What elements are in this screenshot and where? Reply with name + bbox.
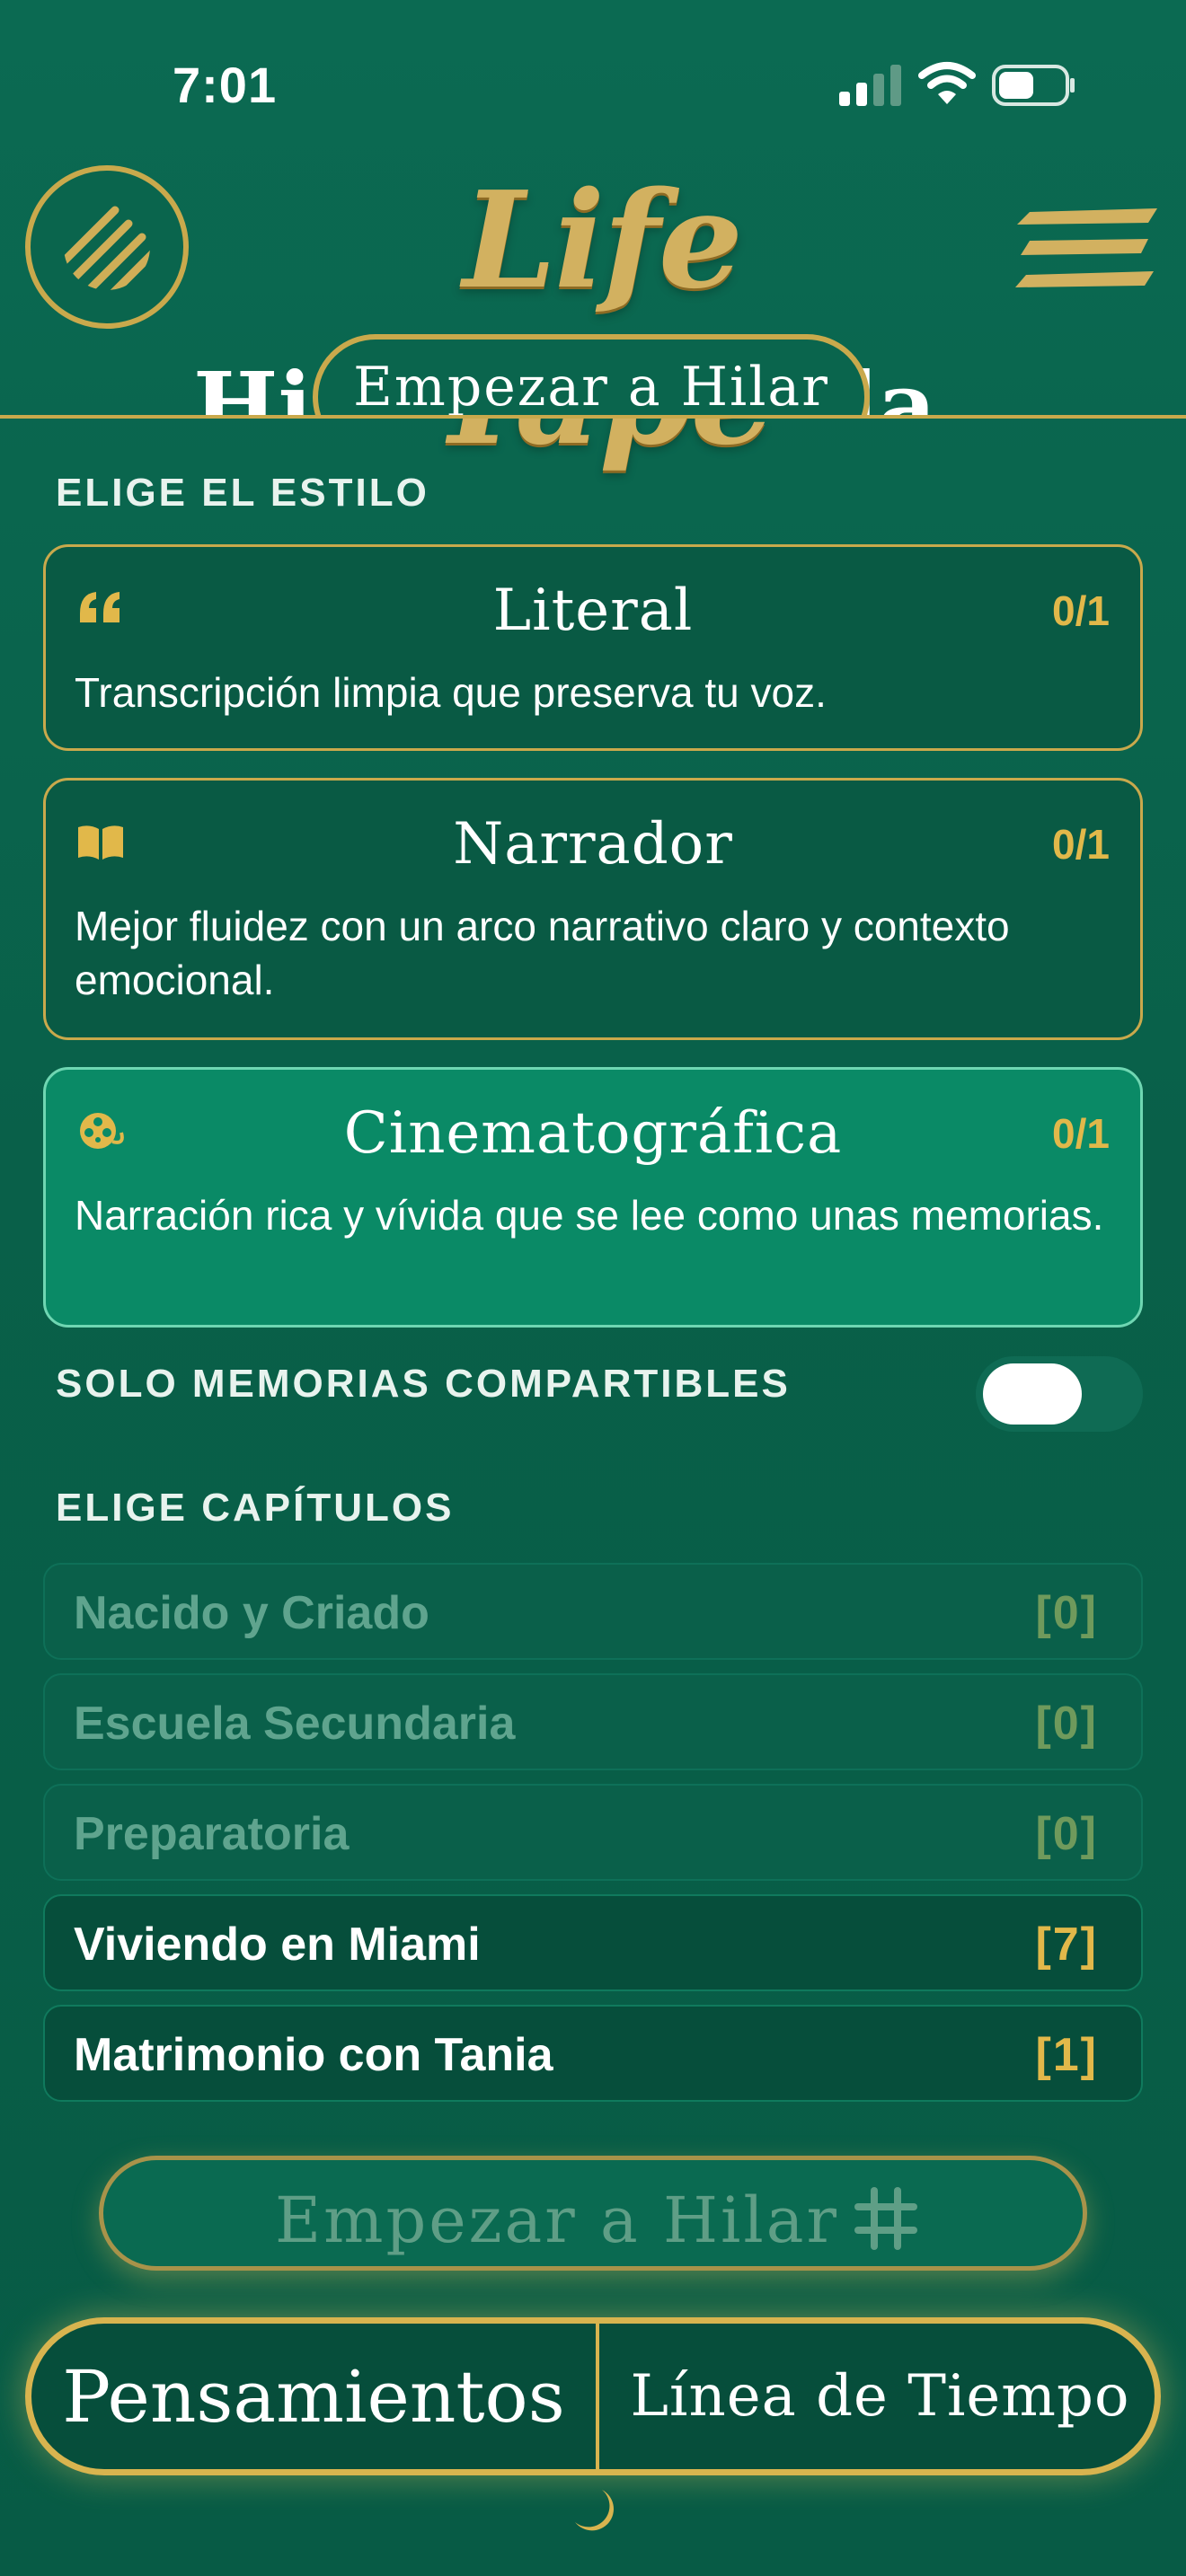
wifi-icon <box>918 62 976 104</box>
chapter-row[interactable]: Nacido y Criado [0] <box>43 1563 1143 1660</box>
style-description: Mejor fluidez con un arco narrativo clar… <box>75 903 1010 1003</box>
chapter-row[interactable]: Viviendo en Miami [7] <box>43 1894 1143 1991</box>
background-screen-peek: Hi da Empezar a Hilar <box>0 208 1186 415</box>
sheet-top-divider <box>0 415 1186 419</box>
moon-icon <box>575 2490 614 2531</box>
style-title: Cinematográfica <box>343 1100 843 1167</box>
chapter-name: Preparatoria <box>74 1808 350 1860</box>
chapter-count: [0] <box>1035 1808 1098 1860</box>
shareable-toggle-label: SOLO MEMORIAS COMPARTIBLES <box>56 1362 791 1406</box>
style-title: Literal <box>492 578 694 644</box>
style-description: Transcripción limpia que preserva tu voz… <box>75 669 827 716</box>
shareable-toggle[interactable] <box>976 1356 1143 1432</box>
tab-pensamientos[interactable]: Pensamientos <box>31 2324 596 2469</box>
cellular-signal-icon <box>839 65 901 106</box>
chapter-name: Escuela Secundaria <box>74 1698 516 1750</box>
status-bar: 7:01 <box>0 0 1186 171</box>
peek-start-label: Empezar a Hilar <box>353 356 829 415</box>
style-card-literal[interactable]: Literal 0/1 Transcripción limpia que pre… <box>43 544 1143 751</box>
chapter-name: Viviendo en Miami <box>74 1919 481 1971</box>
style-count: 0/1 <box>1052 821 1110 868</box>
peek-start-button: Empezar a Hilar <box>313 334 870 415</box>
style-card-narrador[interactable]: Narrador 0/1 Mejor fluidez con un arco n… <box>43 778 1143 1040</box>
battery-icon <box>992 65 1075 106</box>
start-weaving-button[interactable]: Empezar a Hilar <box>99 2156 1087 2271</box>
chapter-name: Matrimonio con Tania <box>74 2029 553 2081</box>
style-count: 0/1 <box>1052 1110 1110 1157</box>
tab-linea-de-tiempo[interactable]: Línea de Tiempo <box>599 2324 1155 2469</box>
bottom-navigation: Pensamientos Línea de Tiempo <box>25 2317 1161 2475</box>
style-section-label: ELIGE EL ESTILO <box>56 471 429 515</box>
chapters-section-label: ELIGE CAPÍTULOS <box>56 1486 455 1530</box>
style-title: Narrador <box>453 811 733 878</box>
style-description: Narración rica y vívida que se lee como … <box>75 1192 1104 1239</box>
chapter-count: [7] <box>1035 1919 1098 1971</box>
style-count: 0/1 <box>1052 587 1110 634</box>
toggle-knob <box>983 1363 1082 1425</box>
status-time: 7:01 <box>173 57 278 113</box>
chapter-count: [1] <box>1035 2029 1098 2081</box>
weave-icon <box>854 2187 917 2250</box>
chapter-row[interactable]: Preparatoria [0] <box>43 1784 1143 1881</box>
chapter-count: [0] <box>1035 1698 1098 1750</box>
chapter-name: Nacido y Criado <box>74 1587 429 1639</box>
chapter-row[interactable]: Escuela Secundaria [0] <box>43 1673 1143 1770</box>
chapter-count: [0] <box>1035 1587 1098 1639</box>
style-card-cinematografica[interactable]: Cinematográfica 0/1 Narración rica y vív… <box>43 1067 1143 1328</box>
chapter-row[interactable]: Matrimonio con Tania [1] <box>43 2005 1143 2102</box>
